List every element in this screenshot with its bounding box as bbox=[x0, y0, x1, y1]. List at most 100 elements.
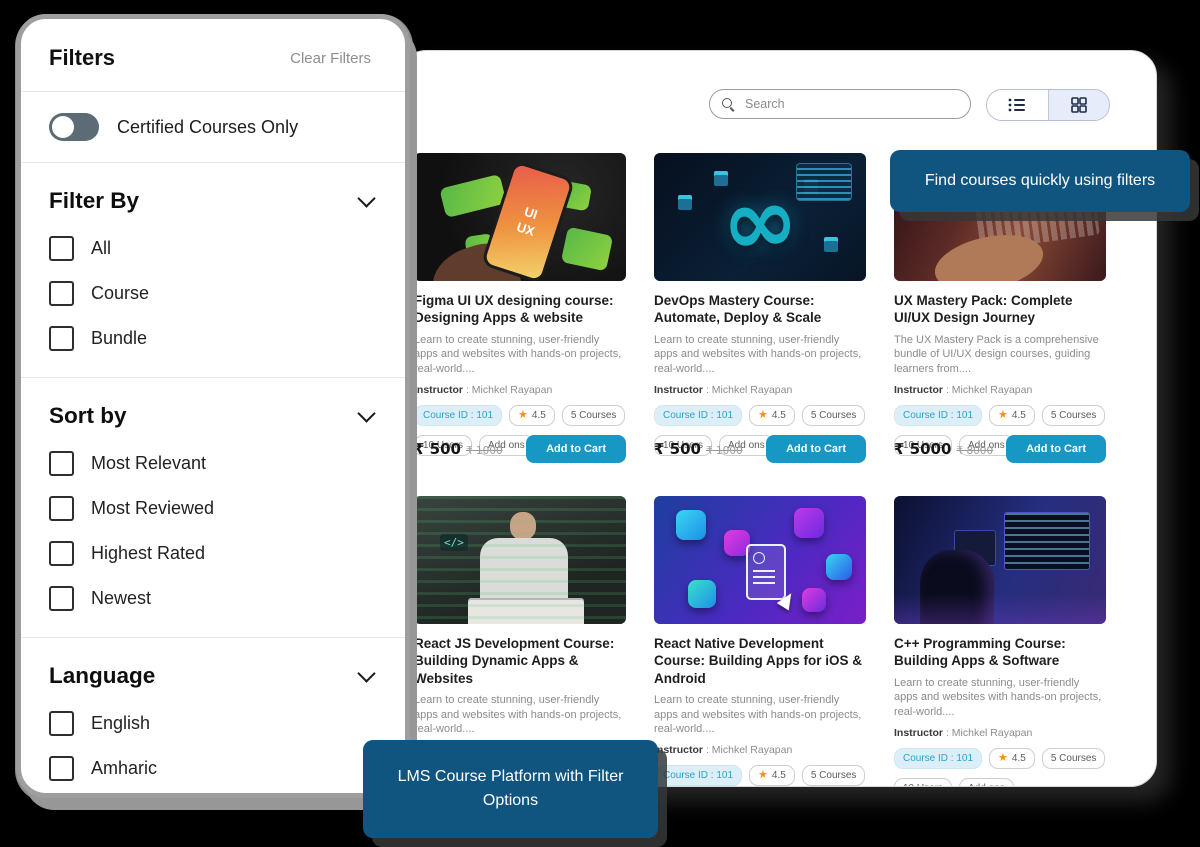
monitor-graphic bbox=[1004, 512, 1090, 570]
toggle-knob bbox=[52, 116, 74, 138]
course-card[interactable]: React Native Development Course: Buildin… bbox=[654, 496, 866, 787]
checkbox[interactable] bbox=[49, 451, 74, 476]
course-description: Learn to create stunning, user-friendly … bbox=[654, 333, 866, 378]
filter-option[interactable]: All bbox=[49, 236, 377, 261]
filters-callout-text: Find courses quickly using filters bbox=[925, 169, 1155, 193]
course-card[interactable]: C++ Programming Course: Building Apps & … bbox=[894, 496, 1106, 787]
chevron-down-icon bbox=[357, 404, 375, 422]
badge-row: Course ID : 101 ★4.5 5 Courses bbox=[894, 748, 1106, 769]
dashboard-graphic bbox=[796, 163, 852, 201]
filter-option[interactable]: Most Relevant bbox=[49, 451, 377, 476]
checkbox[interactable] bbox=[49, 756, 74, 781]
price-group: ₹ 500₹ 1000 bbox=[654, 440, 743, 459]
search-icon bbox=[722, 98, 735, 111]
filter-option[interactable]: English bbox=[49, 711, 377, 736]
filter-section-header[interactable]: Sort by bbox=[21, 378, 405, 445]
filters-title: Filters bbox=[49, 45, 115, 71]
course-instructor: Instructor : Michkel Rayapan bbox=[654, 384, 866, 396]
price-row: ₹ 5000₹ 8000 Add to Cart bbox=[894, 435, 1106, 463]
filter-section-header[interactable]: Language bbox=[21, 638, 405, 705]
add-to-cart-button[interactable]: Add to Cart bbox=[1006, 435, 1106, 463]
certified-toggle[interactable] bbox=[49, 113, 99, 141]
course-id-badge: Course ID : 101 bbox=[894, 405, 982, 426]
search-box[interactable] bbox=[709, 89, 971, 119]
search-input[interactable] bbox=[743, 96, 958, 112]
users-badge: 10 Users bbox=[894, 778, 952, 787]
course-title: UX Mastery Pack: Complete UI/UX Design J… bbox=[894, 292, 1106, 327]
checkbox[interactable] bbox=[49, 711, 74, 736]
rating-badge: ★4.5 bbox=[509, 405, 555, 426]
filters-callout: Find courses quickly using filters bbox=[890, 150, 1190, 212]
course-image: ∞ bbox=[654, 153, 866, 281]
course-image bbox=[894, 496, 1106, 624]
add-to-cart-button[interactable]: Add to Cart bbox=[766, 435, 866, 463]
checkbox[interactable] bbox=[49, 326, 74, 351]
certified-toggle-label: Certified Courses Only bbox=[117, 117, 298, 138]
filter-option-label: Amharic bbox=[91, 758, 157, 779]
filter-option-label: Most Relevant bbox=[91, 453, 206, 474]
courses-count-badge: 5 Courses bbox=[802, 405, 866, 426]
checkbox[interactable] bbox=[49, 496, 74, 521]
filter-section: Filter By All Course Bundle bbox=[21, 163, 405, 378]
filter-section-header[interactable]: Filter By bbox=[21, 163, 405, 230]
chevron-down-icon bbox=[357, 664, 375, 682]
filter-option[interactable]: Highest Rated bbox=[49, 541, 377, 566]
grid-view-button[interactable] bbox=[1048, 90, 1110, 120]
filter-option-label: Highest Rated bbox=[91, 543, 205, 564]
infinity-icon: ∞ bbox=[719, 174, 802, 271]
filter-option[interactable]: Most Reviewed bbox=[49, 496, 377, 521]
course-description: Learn to create stunning, user-friendly … bbox=[414, 693, 626, 738]
courses-count-badge: 5 Courses bbox=[562, 405, 626, 426]
course-id-badge: Course ID : 101 bbox=[654, 405, 742, 426]
badge-row: Course ID : 101 ★4.5 5 Courses bbox=[654, 765, 866, 786]
list-view-button[interactable] bbox=[987, 90, 1048, 120]
star-icon: ★ bbox=[998, 753, 1008, 764]
course-image bbox=[654, 496, 866, 624]
clear-filters-button[interactable]: Clear Filters bbox=[284, 49, 377, 68]
courses-count-badge: 5 Courses bbox=[1042, 748, 1106, 769]
filter-option-label: Bundle bbox=[91, 328, 147, 349]
filter-section-title: Sort by bbox=[49, 403, 127, 429]
price-group: ₹ 5000₹ 8000 bbox=[894, 440, 993, 459]
filter-section-title: Language bbox=[49, 663, 155, 689]
course-card[interactable]: ∞ DevOps Mastery Course: Automate, Deplo… bbox=[654, 153, 866, 463]
courses-count-badge: 5 Courses bbox=[1042, 405, 1106, 426]
platform-callout-text: LMS Course Platform with Filter Options bbox=[383, 765, 638, 813]
filter-option[interactable]: Bundle bbox=[49, 326, 377, 351]
course-id-badge: Course ID : 101 bbox=[654, 765, 742, 786]
checkbox[interactable] bbox=[49, 586, 74, 611]
checkbox[interactable] bbox=[49, 236, 74, 261]
checkbox[interactable] bbox=[49, 541, 74, 566]
courses-count-badge: 5 Courses bbox=[802, 765, 866, 786]
rating-badge: ★4.5 bbox=[989, 405, 1035, 426]
star-icon: ★ bbox=[758, 770, 768, 781]
filter-section: Language English Amharic bbox=[21, 638, 405, 798]
rating-badge: ★4.5 bbox=[749, 405, 795, 426]
filter-option[interactable]: Newest bbox=[49, 586, 377, 611]
filter-options: Most Relevant Most Reviewed Highest Rate… bbox=[21, 445, 405, 637]
filter-option-label: Most Reviewed bbox=[91, 498, 214, 519]
filter-option[interactable]: Course bbox=[49, 281, 377, 306]
course-old-price: ₹ 8000 bbox=[956, 445, 993, 457]
filter-option-label: Newest bbox=[91, 588, 151, 609]
course-image: UI UX bbox=[414, 153, 626, 281]
add-to-cart-button[interactable]: Add to Cart bbox=[526, 435, 626, 463]
course-old-price: ₹ 1000 bbox=[706, 445, 743, 457]
badge-row: 10 Users Add ons bbox=[894, 778, 1106, 787]
filter-option-label: All bbox=[91, 238, 111, 259]
checkbox[interactable] bbox=[49, 281, 74, 306]
course-card[interactable]: UI UX Figma UI UX designing course: Desi… bbox=[414, 153, 626, 463]
course-old-price: ₹ 1000 bbox=[466, 445, 503, 457]
course-instructor: Instructor : Michkel Rayapan bbox=[894, 384, 1106, 396]
badge-row: Course ID : 101 ★4.5 5 Courses bbox=[414, 405, 626, 426]
course-id-badge: Course ID : 101 bbox=[894, 748, 982, 769]
course-image: </> bbox=[414, 496, 626, 624]
course-title: React JS Development Course: Building Dy… bbox=[414, 635, 626, 687]
filter-option[interactable]: Amharic bbox=[49, 756, 377, 781]
price-group: ₹ 500₹ 1000 bbox=[414, 440, 503, 459]
star-icon: ★ bbox=[998, 410, 1008, 421]
code-tag-icon: </> bbox=[440, 534, 468, 551]
course-title: Figma UI UX designing course: Designing … bbox=[414, 292, 626, 327]
course-description: Learn to create stunning, user-friendly … bbox=[894, 676, 1106, 721]
filter-sections: Filter By All Course Bundle Sort by Most… bbox=[21, 163, 405, 798]
